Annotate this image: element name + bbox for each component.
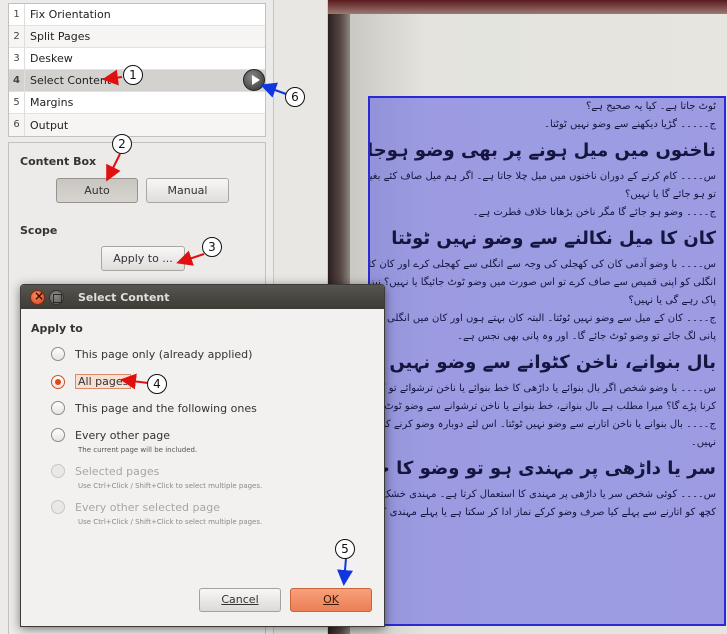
page-text-line: س۔۔۔۔ کوئی شخص سر یا داڑھی پر مہندی کا ا… (370, 489, 716, 500)
radio-button[interactable] (51, 428, 65, 442)
option-hint: Use Ctrl+Click / Shift+Click to select m… (78, 518, 263, 526)
radio-button-checked[interactable] (51, 374, 65, 389)
auto-button[interactable]: Auto (56, 178, 138, 203)
callout-5: 5 (335, 539, 355, 559)
page-text-line: کچھ کو اتارنے سے پہلے کیا صرف وضو کرکے ن… (370, 507, 716, 518)
stage-label: Margins (30, 96, 74, 109)
page-heading: بال بنوانے، ناخن کٹوانے سے وضو نہیں ٹوٹت… (370, 352, 716, 373)
page-text-line: پاک رہے گی یا نہیں؟ (628, 295, 716, 306)
page-heading: سر یا داڑھی پر مہندی ہو تو وضو کا حکم (370, 458, 716, 479)
radio-label: All pages (75, 374, 132, 389)
radio-label: This page only (already applied) (75, 347, 253, 361)
option-hint: The current page will be included. (78, 446, 198, 454)
radio-this-page-only[interactable]: This page only (already applied) (51, 347, 252, 361)
page-text-line: ج۔۔۔۔ بال بنوانے یا ناخن اتارنے سے وضو ن… (370, 419, 716, 430)
page-text-line: ج۔۔۔۔ کان کے میل سے وضو نہیں ٹوٹتا۔ البت… (370, 313, 716, 324)
page-text-line: ج۔۔۔۔ وضو ہو جائے گا مگر ناخن بڑھانا خلا… (472, 207, 716, 218)
content-box-title: Content Box (20, 155, 97, 168)
page-text-line: پانی لگ جائے تو وضو ٹوٹ جائے گا۔ اور وہ … (457, 331, 716, 342)
radio-label: Every other selected page (75, 500, 220, 514)
radio-all-pages[interactable]: All pages (51, 374, 132, 389)
dialog-title: Select Content (78, 290, 170, 304)
page-image: ٹوٹ جاتا ہے۔ کیا یہ صحیح ہے؟ ج۔۔۔۔۔ گڑیا … (328, 0, 727, 634)
radio-label: Selected pages (75, 464, 160, 478)
select-content-dialog: Select Content Apply to This page only (… (20, 284, 385, 627)
page-text-line: تو ہو جائے گا یا نہیں؟ (625, 189, 716, 200)
callout-4: 4 (147, 374, 167, 394)
cancel-label: Cancel (221, 593, 259, 606)
stage-number: 2 (9, 26, 25, 47)
stage-number: 3 (9, 48, 25, 69)
page-heading: کان کا میل نکالنے سے وضو نہیں ٹوٹتا (391, 228, 716, 249)
run-batch-play-icon[interactable] (243, 69, 265, 91)
radio-label: Every other page (75, 428, 171, 442)
apply-to-title: Apply to (31, 322, 83, 335)
ok-button[interactable]: OK (290, 588, 372, 612)
stage-split-pages[interactable]: 2 Split Pages (9, 26, 265, 48)
radio-label: This page and the following ones (75, 401, 257, 415)
stage-number: 5 (9, 92, 25, 113)
close-icon[interactable] (30, 289, 45, 305)
callout-6: 6 (285, 87, 305, 107)
stage-margins[interactable]: 5 Margins (9, 92, 265, 114)
page-text-line: س۔۔۔۔ با وضو شخص اگر بال بنوائے یا داڑھی… (370, 383, 716, 394)
radio-selected-pages: Selected pages (51, 464, 159, 478)
callout-1: 1 (123, 65, 143, 85)
minimize-icon[interactable] (49, 289, 64, 305)
radio-button[interactable] (51, 347, 65, 361)
radio-every-other-page[interactable]: Every other page (51, 428, 170, 442)
radio-button[interactable] (51, 401, 65, 415)
stage-label: Fix Orientation (30, 8, 111, 21)
page-text-line: ٹوٹ جاتا ہے۔ کیا یہ صحیح ہے؟ (586, 101, 716, 112)
callout-3: 3 (202, 237, 222, 257)
stage-number: 1 (9, 4, 25, 25)
page-text-line: س۔۔۔۔ کام کرنے کے دوران ناخنوں میں میل چ… (370, 171, 716, 182)
page-text-line: انگلی کو اپنی قمیص سے صاف کرے تو اس صورت… (370, 277, 716, 288)
stage-label: Select Content (30, 74, 112, 87)
stage-label: Output (30, 118, 69, 132)
option-hint: Use Ctrl+Click / Shift+Click to select m… (78, 482, 263, 490)
stage-label: Split Pages (30, 30, 91, 43)
page-text-line: کرنا پڑے گا؟ میرا مطلب ہے بال بنوانے، خط… (370, 401, 716, 412)
content-box-selection[interactable]: ٹوٹ جاتا ہے۔ کیا یہ صحیح ہے؟ ج۔۔۔۔۔ گڑیا … (368, 96, 726, 626)
radio-button-disabled (51, 464, 65, 478)
ok-label: OK (323, 593, 339, 606)
radio-this-and-following[interactable]: This page and the following ones (51, 401, 257, 415)
radio-every-other-selected: Every other selected page (51, 500, 220, 514)
stage-number: 6 (9, 114, 25, 136)
page-text-line: ج۔۔۔۔۔ گڑیا دیکھنے سے وضو نہیں ٹوٹتا۔ (544, 119, 716, 130)
manual-button[interactable]: Manual (146, 178, 229, 203)
callout-2: 2 (112, 134, 132, 154)
page-text-line: نہیں۔ (690, 437, 716, 448)
scope-title: Scope (20, 224, 58, 237)
apply-to-button[interactable]: Apply to ... (101, 246, 185, 271)
stage-fix-orientation[interactable]: 1 Fix Orientation (9, 4, 265, 26)
radio-button-disabled (51, 500, 65, 514)
book-top-edge (328, 0, 727, 14)
dialog-titlebar: Select Content (21, 285, 384, 309)
stage-output[interactable]: 6 Output (9, 114, 265, 136)
page-text-line: س۔۔۔۔ با وضو آدمی کان کی کھجلی کی وجہ سے… (370, 259, 716, 270)
page-heading: ناخنوں میں میل ہونے پر بھی وضو ہوجاتا ہے (370, 140, 716, 161)
stage-number: 4 (9, 70, 25, 91)
cancel-button[interactable]: Cancel (199, 588, 281, 612)
stage-label: Deskew (30, 52, 73, 65)
